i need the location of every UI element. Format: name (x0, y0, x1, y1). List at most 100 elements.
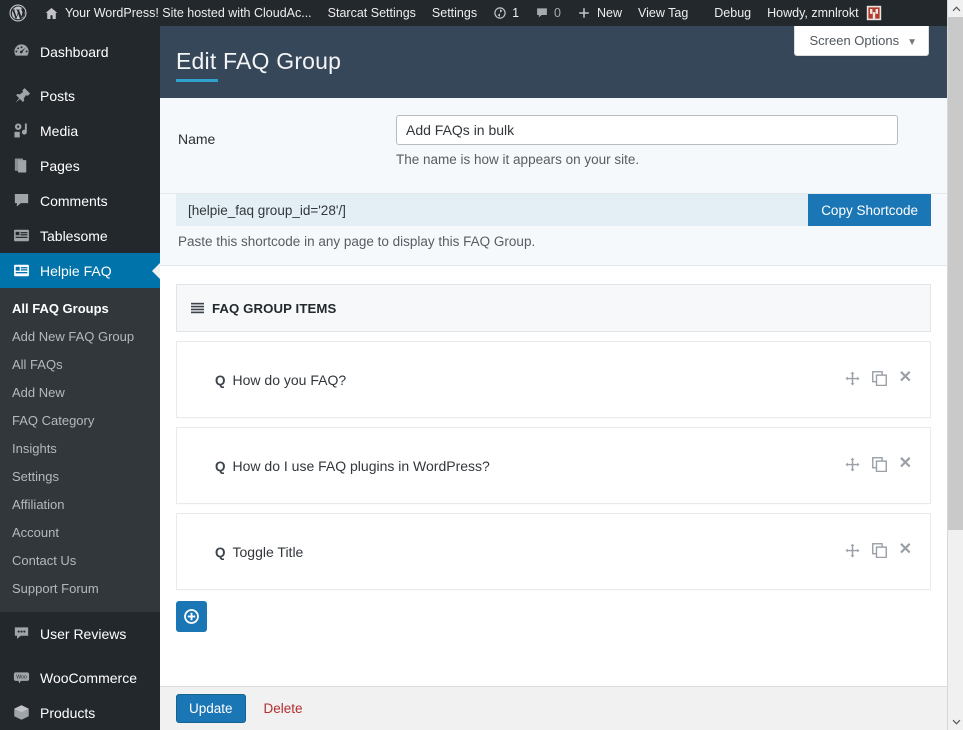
admin-bar-item-settings[interactable]: Settings (424, 0, 485, 26)
screen-options-button[interactable]: Screen Options ▼ (794, 26, 929, 56)
name-label: Name (178, 131, 216, 147)
page-header: Edit FAQ Group Screen Options ▼ (160, 26, 947, 98)
submenu-item-add-new[interactable]: Add New (0, 379, 160, 407)
wordpress-logo-icon (9, 4, 27, 22)
faq-item-row[interactable]: Q How do you FAQ? ✕ (176, 341, 931, 418)
faq-row-actions: ✕ (845, 542, 912, 558)
sidebar-item-label: User Reviews (40, 625, 127, 642)
sidebar-item-products[interactable]: Products (0, 695, 160, 730)
update-button[interactable]: Update (176, 694, 246, 723)
duplicate-icon[interactable] (871, 542, 887, 558)
site-name-link[interactable]: Your WordPress! Site hosted with CloudAc… (36, 0, 320, 26)
submenu-item-account[interactable]: Account (0, 519, 160, 547)
question-prefix: Q (215, 458, 226, 474)
move-icon[interactable] (845, 457, 860, 472)
submenu-item-affiliation[interactable]: Affiliation (0, 491, 160, 519)
faq-row-actions: ✕ (845, 456, 912, 472)
admin-bar-item-starcat-settings[interactable]: Starcat Settings (320, 0, 424, 26)
howdy-label: Howdy, zmnlrokt (767, 6, 859, 20)
sidebar-item-label: Posts (40, 87, 76, 104)
comments-button[interactable]: 0 (527, 0, 569, 26)
submenu-item-contact-us[interactable]: Contact Us (0, 547, 160, 575)
chevron-down-icon: ▼ (907, 37, 917, 48)
screen-options-label: Screen Options (809, 33, 900, 48)
scrollbar-down-arrow[interactable] (948, 713, 963, 730)
view-tag-label: View Tag (638, 6, 689, 20)
site-name-label: Your WordPress! Site hosted with CloudAc… (65, 6, 312, 20)
faq-item-row[interactable]: Q How do I use FAQ plugins in WordPress?… (176, 427, 931, 504)
woocommerce-icon: Woo (11, 668, 31, 688)
scrollbar-thumb[interactable] (948, 17, 963, 530)
close-icon[interactable]: ✕ (899, 370, 912, 386)
shortcode-value[interactable]: [helpie_faq group_id='28'/] (176, 203, 346, 218)
submenu-item-all-faq-groups[interactable]: All FAQ Groups (0, 295, 160, 323)
faq-item-row[interactable]: Q Toggle Title ✕ (176, 513, 931, 590)
sidebar-item-label: Comments (40, 192, 108, 209)
move-icon[interactable] (845, 371, 860, 386)
updates-button[interactable]: 1 (485, 0, 527, 26)
faq-group-items-title: FAQ GROUP ITEMS (212, 300, 337, 316)
view-tag-link[interactable]: View Tag (630, 0, 696, 26)
sidebar-separator (0, 651, 160, 660)
duplicate-icon[interactable] (871, 370, 887, 386)
new-label: New (596, 6, 622, 20)
name-input[interactable] (396, 115, 898, 145)
wordpress-logo-button[interactable] (0, 0, 36, 26)
admin-sidebar-menu: Dashboard Posts Media Pages Comments Tab… (0, 26, 160, 730)
sidebar-item-comments[interactable]: Comments (0, 183, 160, 218)
faq-row-actions: ✕ (845, 370, 912, 386)
sidebar-item-user-reviews[interactable]: User Reviews (0, 616, 160, 651)
tablesome-icon (11, 226, 31, 246)
sidebar-item-pages[interactable]: Pages (0, 148, 160, 183)
submenu-item-add-new-faq-group[interactable]: Add New FAQ Group (0, 323, 160, 351)
faq-group-items-header: FAQ GROUP ITEMS (176, 284, 931, 332)
plus-icon (579, 8, 589, 18)
sidebar-item-label: Dashboard (40, 43, 109, 60)
products-icon (11, 703, 31, 723)
sidebar-item-woocommerce[interactable]: Woo WooCommerce (0, 660, 160, 695)
submenu-item-faq-category[interactable]: FAQ Category (0, 407, 160, 435)
sidebar-item-tablesome[interactable]: Tablesome (0, 218, 160, 253)
name-help-text: The name is how it appears on your site. (396, 152, 640, 167)
close-icon[interactable]: ✕ (899, 456, 912, 472)
add-circle-icon (184, 609, 199, 624)
close-icon[interactable]: ✕ (899, 542, 912, 558)
dashboard-icon (11, 42, 31, 62)
move-icon[interactable] (845, 543, 860, 558)
comments-count: 0 (554, 6, 561, 20)
pages-icon (11, 156, 31, 176)
sidebar-item-label: Products (40, 704, 96, 721)
sidebar-item-label: WooCommerce (40, 669, 137, 686)
scrollbar-up-arrow[interactable] (948, 0, 963, 17)
helpie-faq-submenu: All FAQ Groups Add New FAQ Group All FAQ… (0, 288, 160, 612)
page-scrollbar[interactable] (947, 0, 963, 730)
faq-question: Q Toggle Title (215, 544, 303, 560)
form-actions-footer: Update Delete (160, 686, 947, 730)
add-faq-item-button[interactable] (176, 601, 207, 632)
submenu-item-all-faqs[interactable]: All FAQs (0, 351, 160, 379)
comment-bubble-icon (537, 8, 547, 18)
delete-link[interactable]: Delete (264, 701, 303, 716)
question-prefix: Q (215, 544, 226, 560)
submenu-item-support-forum[interactable]: Support Forum (0, 575, 160, 603)
sidebar-item-media[interactable]: Media (0, 113, 160, 148)
shortcode-help-text: Paste this shortcode in any page to disp… (178, 234, 536, 249)
submenu-item-insights[interactable]: Insights (0, 435, 160, 463)
shortcode-bar: [helpie_faq group_id='28'/] Copy Shortco… (176, 194, 931, 226)
sidebar-item-posts[interactable]: Posts (0, 78, 160, 113)
submenu-item-settings[interactable]: Settings (0, 463, 160, 491)
page-title: Edit FAQ Group (176, 48, 342, 82)
svg-text:Woo: Woo (16, 674, 27, 680)
sidebar-item-label: Helpie FAQ (40, 262, 112, 279)
sidebar-item-dashboard[interactable]: Dashboard (0, 34, 160, 69)
duplicate-icon[interactable] (871, 456, 887, 472)
copy-shortcode-button[interactable]: Copy Shortcode (808, 194, 931, 226)
name-field-row: Name The name is how it appears on your … (160, 98, 947, 194)
sidebar-item-helpie-faq[interactable]: Helpie FAQ (0, 253, 160, 288)
updates-count: 1 (512, 6, 520, 20)
faq-question: Q How do I use FAQ plugins in WordPress? (215, 458, 490, 474)
debug-button[interactable]: Debug (706, 0, 759, 26)
settings-label: Settings (431, 6, 478, 20)
new-content-button[interactable]: New (569, 0, 630, 26)
howdy-user-menu[interactable]: Howdy, zmnlrokt (759, 0, 885, 26)
